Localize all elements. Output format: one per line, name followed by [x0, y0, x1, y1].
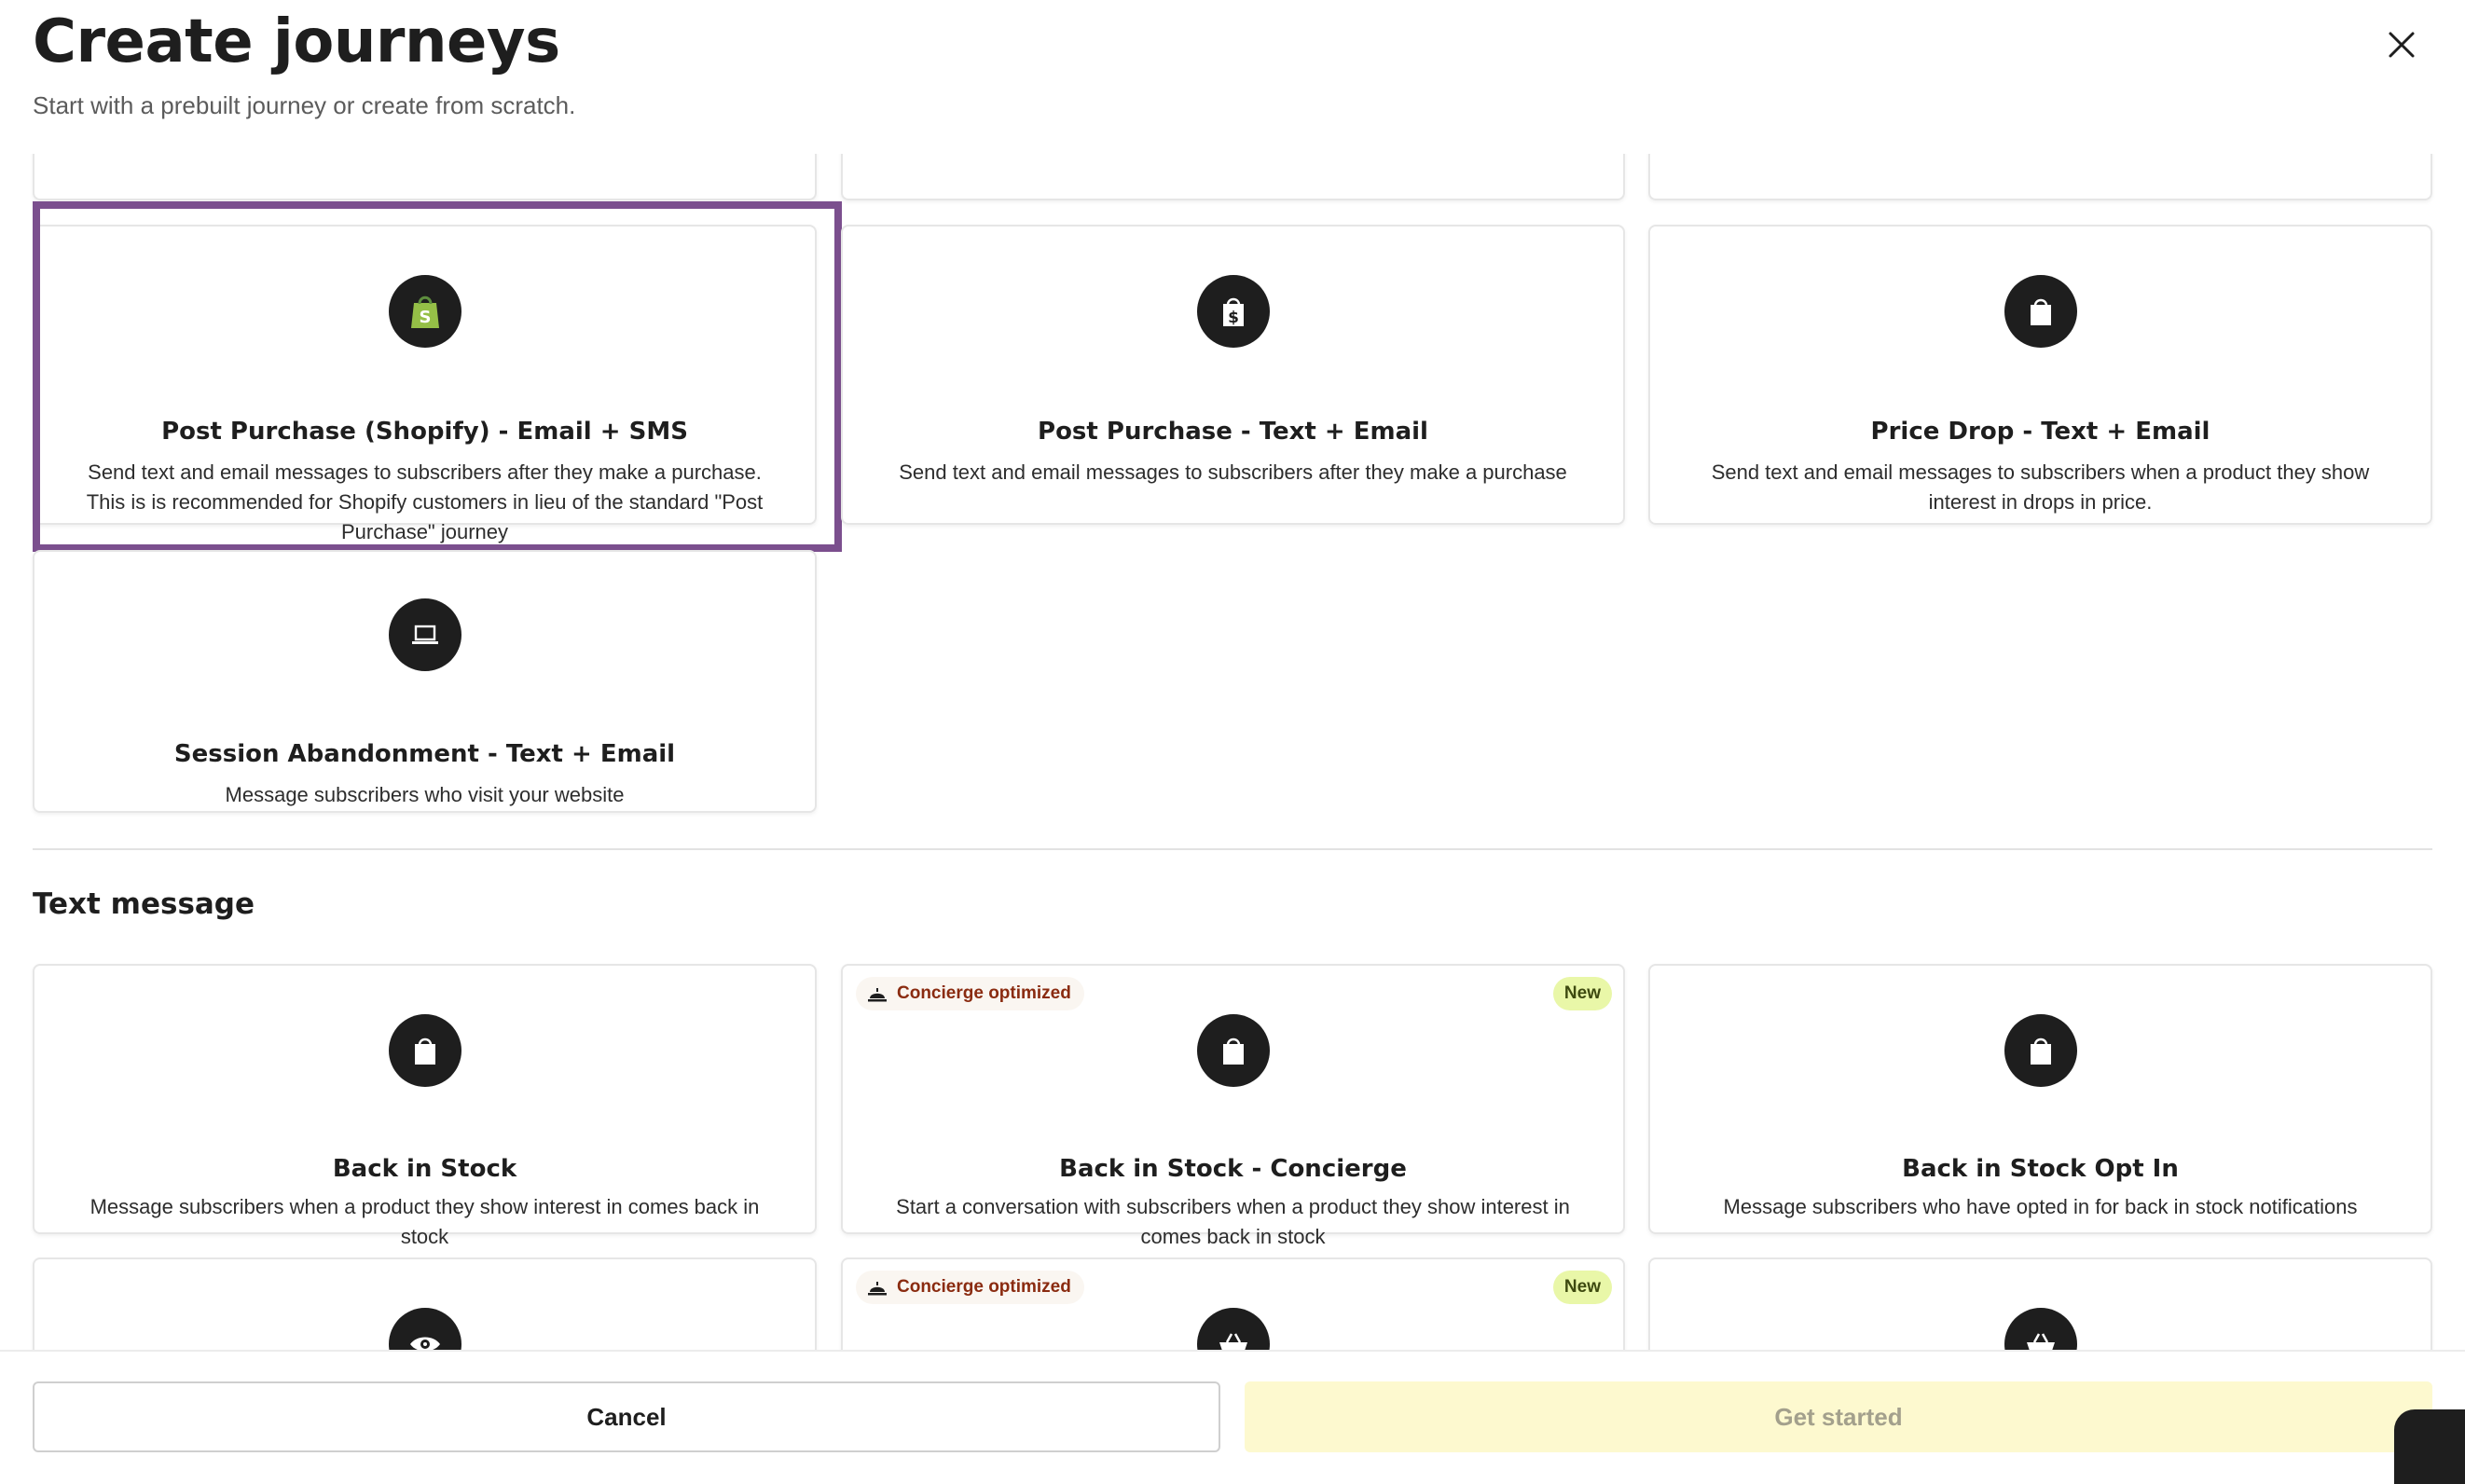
shopping-bag-icon: [2004, 1014, 2077, 1087]
close-button[interactable]: [2383, 26, 2420, 63]
journey-card-partial[interactable]: Concierge optimized New: [841, 1257, 1625, 1350]
basket-icon: [2004, 1308, 2077, 1350]
card-description: Send text and email messages to subscrib…: [899, 460, 1567, 484]
dollar-bag-icon: $: [1196, 275, 1270, 348]
svg-text:S: S: [419, 308, 431, 327]
card-description: Message subscribers when a product they …: [90, 1195, 760, 1248]
journey-card-post-purchase[interactable]: $ Post Purchase - Text + Email Send text…: [841, 225, 1625, 525]
modal-header: Create journeys Start with a prebuilt jo…: [0, 0, 2465, 154]
close-icon: [2389, 32, 2415, 58]
shopify-bag-icon: S: [388, 275, 461, 348]
concierge-badge-label: Concierge optimized: [897, 983, 1071, 1003]
card-title: Post Purchase (Shopify) - Email + SMS: [161, 418, 688, 446]
shopping-bag-icon: [1196, 1014, 1270, 1087]
card-title: Session Abandonment - Text + Email: [173, 740, 676, 768]
new-badge: New: [1552, 977, 1612, 1010]
shopping-bag-icon: [388, 1014, 461, 1087]
concierge-bell-icon: [868, 988, 887, 1002]
card-description: Message subscribers who visit your websi…: [225, 783, 625, 806]
journey-list[interactable]: S Post Purchase (Shopify) - Email + SMS …: [0, 154, 2465, 1350]
svg-text:$: $: [1228, 309, 1239, 327]
concierge-badge: Concierge optimized: [856, 977, 1084, 1010]
journey-card-partial[interactable]: [841, 154, 1625, 200]
cancel-button[interactable]: Cancel: [33, 1381, 1220, 1452]
card-title: Back in Stock Opt In: [1902, 1155, 2179, 1183]
chat-widget-button[interactable]: [2394, 1409, 2465, 1484]
concierge-badge-label: Concierge optimized: [897, 1277, 1071, 1297]
card-title: Post Purchase - Text + Email: [1038, 418, 1428, 446]
section-title-text-message: Text message: [33, 887, 255, 921]
card-description: Start a conversation with subscribers wh…: [896, 1195, 1570, 1248]
concierge-badge: Concierge optimized: [856, 1271, 1084, 1304]
section-divider: [33, 848, 2432, 850]
journey-card-session-abandonment[interactable]: Session Abandonment - Text + Email Messa…: [33, 550, 817, 813]
modal-footer: Cancel Get started: [0, 1350, 2465, 1484]
card-title: Back in Stock - Concierge: [1059, 1155, 1407, 1183]
card-description: Message subscribers who have opted in fo…: [1723, 1195, 2358, 1218]
laptop-icon: [388, 598, 461, 671]
card-title: Price Drop - Text + Email: [1870, 418, 2210, 446]
page-subtitle: Start with a prebuilt journey or create …: [33, 91, 576, 119]
journey-card-partial[interactable]: [33, 1257, 817, 1350]
eye-icon: [388, 1308, 461, 1350]
card-title: Back in Stock: [332, 1155, 517, 1183]
journey-card-post-purchase-shopify[interactable]: S Post Purchase (Shopify) - Email + SMS …: [33, 225, 817, 543]
concierge-bell-icon: [868, 1282, 887, 1296]
journey-card-partial[interactable]: [33, 154, 817, 200]
journey-card-back-in-stock-opt-in[interactable]: Back in Stock Opt In Message subscribers…: [1648, 964, 2432, 1234]
journey-card-partial[interactable]: [1648, 154, 2432, 200]
journey-card-price-drop[interactable]: Price Drop - Text + Email Send text and …: [1648, 225, 2432, 525]
shopping-bag-icon: [2004, 275, 2077, 348]
get-started-button[interactable]: Get started: [1245, 1381, 2432, 1452]
basket-icon: [1196, 1308, 1270, 1350]
page-title: Create journeys: [33, 7, 560, 76]
journey-card-partial[interactable]: [1648, 1257, 2432, 1350]
card-description: Send text and email messages to subscrib…: [86, 460, 764, 543]
card-description: Send text and email messages to subscrib…: [1711, 460, 2370, 514]
journey-card-back-in-stock[interactable]: Back in Stock Message subscribers when a…: [33, 964, 817, 1248]
journey-card-back-in-stock-concierge[interactable]: Concierge optimized New Back in Stock - …: [841, 964, 1625, 1248]
new-badge: New: [1552, 1271, 1612, 1304]
